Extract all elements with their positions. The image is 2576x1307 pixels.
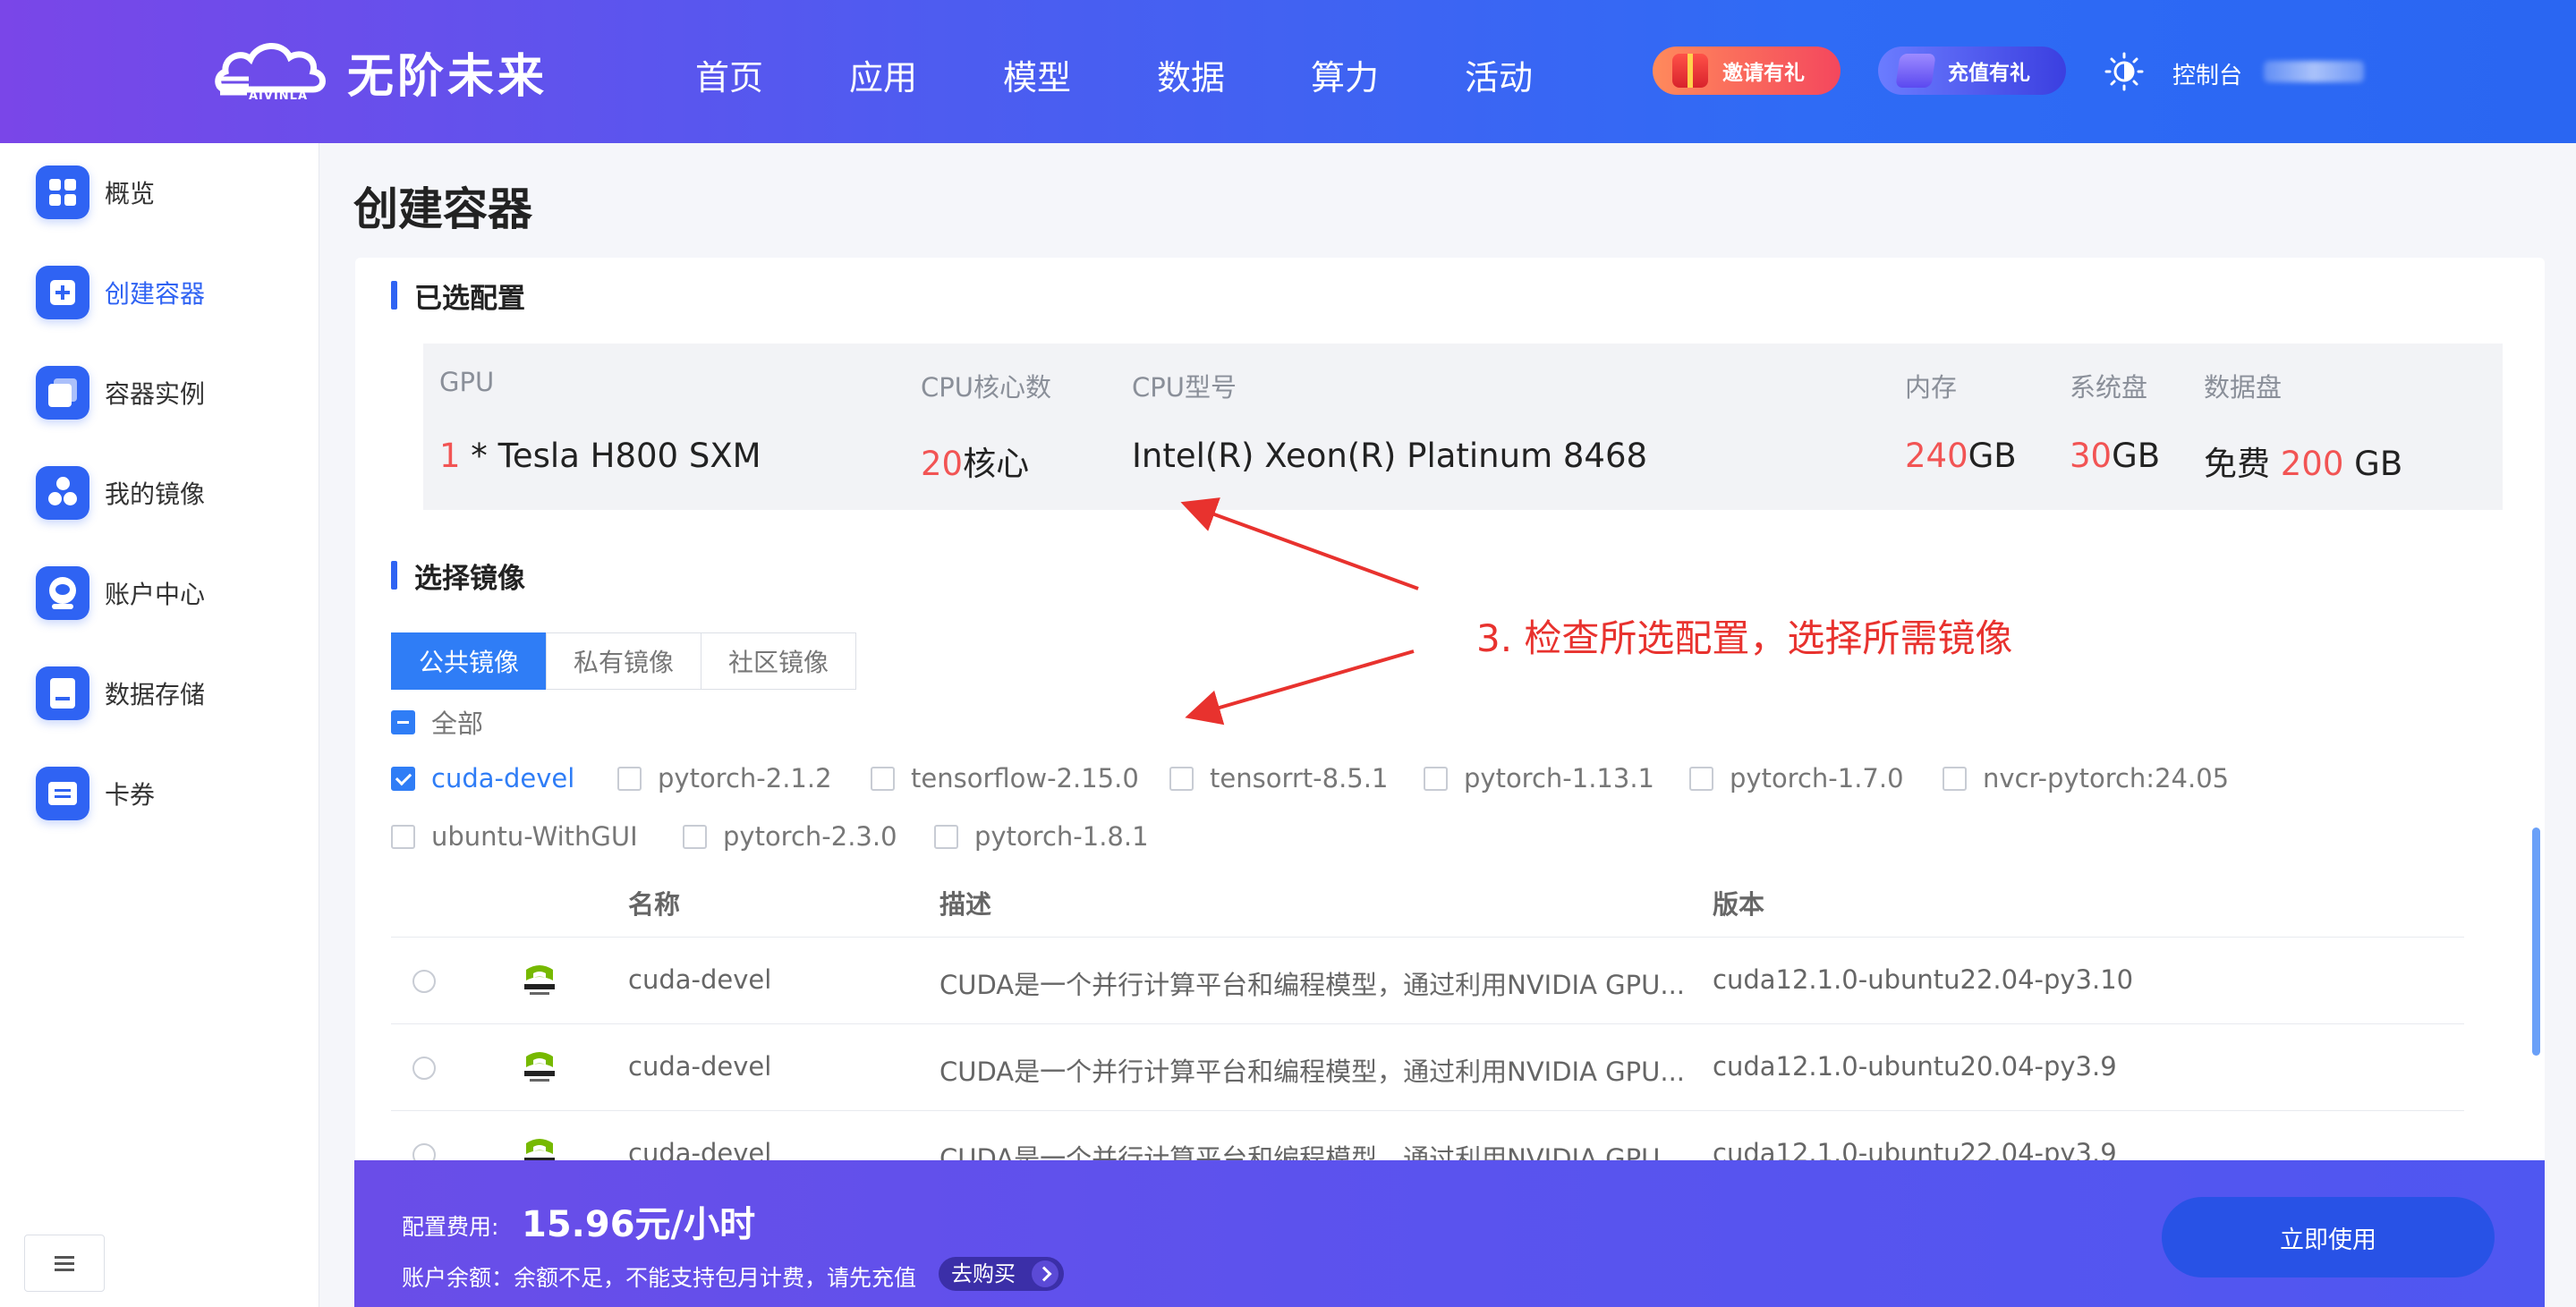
sidebar-item-label: 创建容器 xyxy=(105,279,206,309)
sidebar-item-label: 我的镜像 xyxy=(105,480,206,509)
page-title: 创建容器 xyxy=(353,183,532,235)
buy-button[interactable]: 去购买 xyxy=(939,1257,1064,1291)
coupon-icon xyxy=(36,767,89,820)
sidebar-item-label: 容器实例 xyxy=(105,379,206,409)
use-now-button[interactable]: 立即使用 xyxy=(2162,1197,2495,1277)
logo-text: 无阶未来 xyxy=(347,49,548,104)
logo[interactable]: AIVINLA 无阶未来 xyxy=(213,34,548,109)
sidebar-item-create-container[interactable]: 创建容器 xyxy=(36,266,205,319)
invite-promo-label: 邀请有礼 xyxy=(1722,62,1805,85)
account-icon xyxy=(36,566,89,620)
fee-value: 15.96元/小时 xyxy=(522,1204,756,1245)
storage-icon xyxy=(36,666,89,720)
sidebar-item-label: 数据存储 xyxy=(105,680,206,709)
instances-icon xyxy=(36,366,89,420)
annotation-arrows xyxy=(1180,497,1419,726)
grid-icon xyxy=(36,165,89,219)
recharge-promo-button[interactable]: 充值有礼 xyxy=(1878,47,2066,95)
gift-icon xyxy=(1672,54,1708,88)
username-blurred[interactable] xyxy=(2264,61,2364,82)
invite-promo-button[interactable]: 邀请有礼 xyxy=(1653,47,1841,95)
logo-subtext: AIVINLA xyxy=(249,89,309,103)
sidebar-item-label: 账户中心 xyxy=(105,580,206,609)
main-nav: 首页 应用 模型 数据 算力 活动 xyxy=(695,50,1619,99)
nav-home[interactable]: 首页 xyxy=(695,50,849,99)
sidebar-item-overview[interactable]: 概览 xyxy=(36,165,155,219)
sidebar-item-label: 概览 xyxy=(105,179,156,208)
chevron-right-icon xyxy=(1032,1260,1058,1287)
vertical-scrollbar[interactable] xyxy=(2532,827,2540,1056)
top-navbar: AIVINLA 无阶未来 首页 应用 模型 数据 算力 活动 邀请有礼 充值有礼… xyxy=(0,0,2576,143)
nav-events[interactable]: 活动 xyxy=(1465,50,1619,99)
sidebar-item-account-center[interactable]: 账户中心 xyxy=(36,566,205,620)
nav-compute[interactable]: 算力 xyxy=(1311,50,1465,99)
menu-icon xyxy=(55,1261,74,1265)
fee-label: 配置费用: xyxy=(402,1214,499,1240)
sidebar-item-coupons[interactable]: 卡券 xyxy=(36,767,155,820)
sidebar-item-data-storage[interactable]: 数据存储 xyxy=(36,666,205,720)
sidebar-item-my-images[interactable]: 我的镜像 xyxy=(36,466,205,520)
sidebar-item-label: 卡券 xyxy=(105,780,156,810)
nav-apps[interactable]: 应用 xyxy=(849,50,1003,99)
ticket-icon xyxy=(1895,54,1936,88)
recharge-promo-label: 充值有礼 xyxy=(1948,62,2030,85)
image-cluster-icon xyxy=(36,466,89,520)
cloud-logo-icon: AIVINLA xyxy=(213,34,338,109)
sidebar: 概览 创建容器 容器实例 我的镜像 账户中心 数据存储 卡券 xyxy=(0,143,319,1307)
instruction-annotation: 3. 检查所选配置，选择所需镜像 xyxy=(1476,616,2013,660)
buy-button-label: 去购买 xyxy=(951,1261,1016,1286)
sidebar-item-container-instances[interactable]: 容器实例 xyxy=(36,366,205,420)
collapse-sidebar-button[interactable] xyxy=(24,1235,105,1292)
create-container-card: 已选配置 GPU 1 * Tesla H800 SXM CPU核心数 20核心 … xyxy=(355,258,2545,1307)
console-link[interactable]: 控制台 xyxy=(2172,57,2242,90)
theme-toggle-icon[interactable] xyxy=(2104,52,2144,91)
balance-notice: 账户余额：余额不足，不能支持包月计费，请先充值 xyxy=(402,1265,917,1291)
nav-models[interactable]: 模型 xyxy=(1003,50,1157,99)
checkout-bar: 配置费用: 15.96元/小时 账户余额：余额不足，不能支持包月计费，请先充值 … xyxy=(354,1160,2545,1307)
nav-data[interactable]: 数据 xyxy=(1157,50,1311,99)
plus-icon xyxy=(36,266,89,319)
